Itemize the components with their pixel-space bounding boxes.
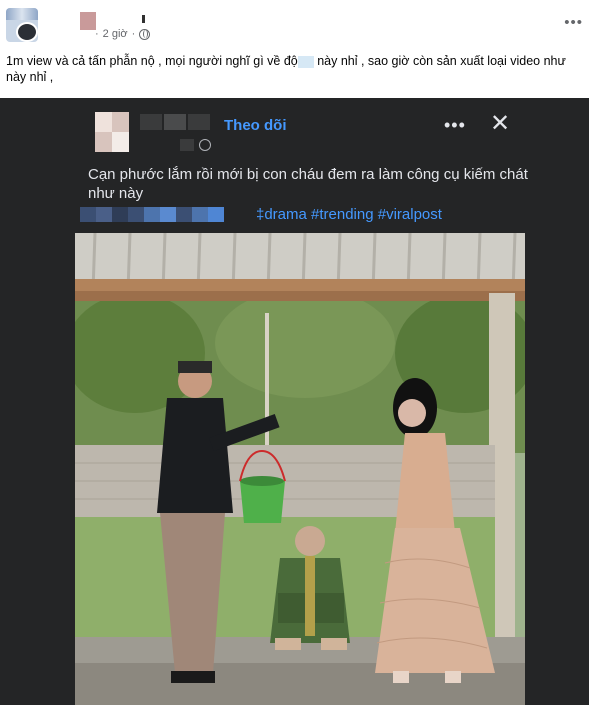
photo-scene — [75, 233, 525, 705]
author-name-blurred[interactable] — [80, 12, 96, 30]
post-time[interactable]: 2 giờ — [103, 28, 128, 40]
meta-separator: · — [95, 28, 99, 40]
group-avatar[interactable] — [6, 8, 38, 42]
globe-icon — [199, 139, 211, 151]
meta-separator: · — [131, 28, 136, 40]
embed-post-meta — [180, 139, 211, 151]
post-meta: · 2 giờ · — [95, 28, 151, 40]
more-options-icon[interactable]: ••• — [564, 14, 583, 31]
globe-icon — [139, 28, 151, 40]
close-icon: ✕ — [490, 110, 511, 137]
caption-blurred-word — [297, 55, 314, 68]
post-caption: 1m view và cả tấn phẫn nộ , mọi người ng… — [6, 53, 589, 85]
hashtag-row: ‡drama #trending #viralpost — [80, 206, 540, 224]
hashtags: ‡drama #trending #viralpost — [256, 206, 442, 223]
embedded-screenshot[interactable]: Theo dõi ••• ✕ Cạn phước lắm rồi mới bị … — [0, 98, 589, 705]
author-avatar[interactable] — [16, 22, 38, 42]
post-header: · 2 giờ · ••• — [0, 0, 589, 50]
embed-author-avatar — [95, 112, 129, 152]
author-name-fragment — [142, 15, 145, 23]
post-photo — [75, 233, 525, 705]
embed-post-text: Cạn phước lắm rồi mới bị con cháu đem ra… — [88, 166, 528, 202]
follow-button: Theo dõi — [224, 117, 287, 134]
caption-text: 1m view và cả tấn phẫn nộ , mọi người ng… — [6, 54, 298, 68]
more-options-icon: ••• — [444, 115, 466, 135]
embed-author-name-blurred — [140, 114, 210, 130]
hashtag-blurred — [80, 207, 224, 222]
